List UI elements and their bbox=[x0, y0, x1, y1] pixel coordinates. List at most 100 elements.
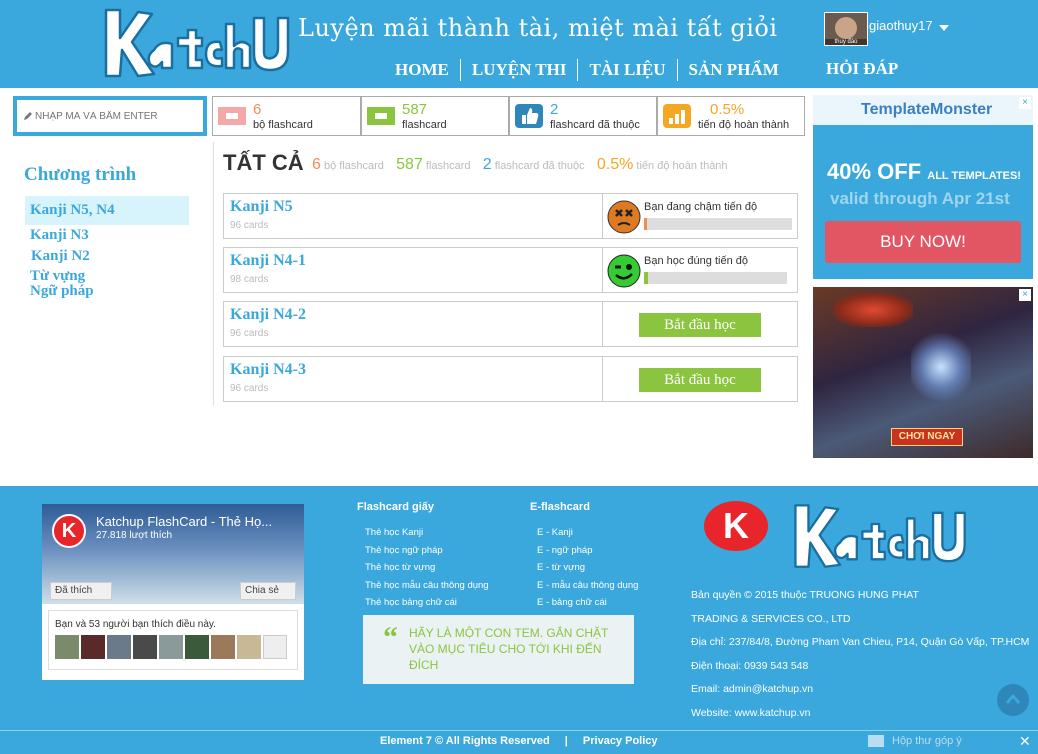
feedback-button[interactable]: Hộp thư góp ý bbox=[868, 735, 962, 747]
stat-value: 587 bbox=[402, 101, 428, 118]
feedback-label: Hộp thư góp ý bbox=[892, 735, 962, 747]
ad-offer-small: ALL TEMPLATES! bbox=[927, 170, 1021, 182]
close-icon[interactable]: ✕ bbox=[1019, 733, 1031, 750]
card-name[interactable]: Kanji N4-3 bbox=[230, 361, 306, 379]
card-name[interactable]: Kanji N5 bbox=[230, 198, 293, 216]
ad-close-icon[interactable]: × bbox=[1019, 97, 1031, 109]
rights-text: Element 7 © All Rights Reserved bbox=[380, 735, 550, 747]
sidebar-item-kanji-n3[interactable]: Kanji N3 bbox=[25, 227, 189, 244]
footer-link[interactable]: E - bảng chữ cái bbox=[537, 594, 638, 612]
facebook-page-widget: K Katchup FlashCard - Thẻ Họ... 27.818 l… bbox=[42, 504, 304, 680]
code-search-input[interactable] bbox=[35, 110, 195, 122]
user-avatar[interactable]: thuy đào bbox=[824, 12, 868, 46]
start-learning-button[interactable]: Bắt đầu học bbox=[639, 368, 761, 392]
nav-home[interactable]: HOME bbox=[384, 60, 460, 80]
friend-avatar[interactable] bbox=[81, 635, 105, 659]
copyright-bar: Element 7 © All Rights Reserved | Privac… bbox=[380, 735, 658, 747]
stat-flashcards: 587 flashcard bbox=[361, 96, 509, 136]
summary-value: 2 bbox=[482, 156, 492, 173]
card-count: 96 cards bbox=[230, 220, 269, 231]
footer-link[interactable]: E - ngữ pháp bbox=[537, 542, 638, 560]
card-count: 96 cards bbox=[230, 328, 269, 339]
nav-san-pham[interactable]: SẢN PHẨM bbox=[678, 60, 790, 80]
friend-avatar[interactable] bbox=[185, 635, 209, 659]
summary-value: 587 bbox=[396, 156, 423, 173]
card-row-kanji-n4-2[interactable]: Kanji N4-2 96 cards Bắt đầu học bbox=[223, 301, 798, 347]
katchup-footer-logo bbox=[794, 504, 966, 568]
friend-avatar[interactable] bbox=[237, 635, 261, 659]
footer-link[interactable]: E - Kanji bbox=[537, 524, 638, 542]
fb-likes-count: 27.818 lượt thích bbox=[96, 530, 173, 541]
summary-label: tiến độ hoàn thành bbox=[636, 160, 728, 172]
username[interactable]: giaothuy17 bbox=[869, 18, 933, 33]
card-divider bbox=[602, 194, 603, 238]
info-company: TRADING & SERVICES CO., LTD bbox=[691, 612, 851, 625]
summary-label: flashcard đã thuộc bbox=[494, 160, 585, 172]
progress-status: Bạn đang chậm tiến độ bbox=[644, 201, 758, 213]
stat-label: bộ flashcard bbox=[253, 119, 313, 131]
fb-page-name[interactable]: Katchup FlashCard - Thẻ Họ... bbox=[96, 514, 272, 529]
start-learning-button[interactable]: Bắt đầu học bbox=[639, 313, 761, 337]
progress-status: Bạn học đúng tiến độ bbox=[644, 255, 748, 267]
fb-friends-text: Bạn và 53 người bạn thích điều này. bbox=[55, 619, 216, 630]
nav-luyen-thi[interactable]: LUYỆN THI bbox=[461, 60, 578, 80]
katchup-logo[interactable] bbox=[98, 4, 298, 84]
sidebar-item-kanji-n2[interactable]: Kanji N2 bbox=[25, 248, 189, 265]
footer-link[interactable]: Thẻ học bảng chữ cái bbox=[365, 594, 489, 612]
card-row-kanji-n5[interactable]: Kanji N5 96 cards Bạn đang chậm tiến độ bbox=[223, 193, 798, 239]
info-website[interactable]: Website: www.katchup.vn bbox=[691, 706, 1029, 730]
summary-value: 6 bbox=[312, 156, 321, 173]
friend-avatar[interactable] bbox=[263, 635, 287, 659]
footer-link[interactable]: Thẻ học Kanji bbox=[365, 524, 489, 542]
info-copyright: Bản quyền © 2015 thuộc TRUONG HUNG PHAT bbox=[691, 589, 919, 601]
info-address: Địa chỉ: 237/84/8, Đường Pham Van Chieu,… bbox=[691, 636, 1030, 648]
ad-offer-main: 40% OFF bbox=[827, 159, 922, 184]
scroll-to-top-button[interactable] bbox=[997, 684, 1029, 716]
sidebar-item-ngu-phap[interactable]: Ngữ pháp bbox=[25, 283, 189, 300]
friend-avatar[interactable] bbox=[211, 635, 235, 659]
quote-text: HÃY LÀ MỘT CON TEM. GẮN CHẶT VÀO MỤC TIÊ… bbox=[409, 626, 609, 672]
footer-link[interactable]: Thẻ học ngữ pháp bbox=[365, 542, 489, 560]
footer-col-title: Flashcard giấy bbox=[357, 501, 435, 513]
ad-close-icon[interactable]: × bbox=[1019, 289, 1031, 301]
content-title: TẤT CẢ bbox=[223, 150, 304, 175]
progress-chart-icon bbox=[663, 104, 691, 128]
sidebar-item-kanji-n5-n4[interactable]: Kanji N5, N4 bbox=[25, 196, 189, 225]
nav-tai-lieu[interactable]: TÀI LIỆU bbox=[578, 60, 676, 80]
site-header: Luyện mãi thành tài, miệt mài tất giỏi t… bbox=[0, 0, 1038, 88]
info-email[interactable]: Email: admin@katchup.vn bbox=[691, 682, 1029, 706]
card-row-kanji-n4-1[interactable]: Kanji N4-1 98 cards Bạn học đúng tiến độ bbox=[223, 247, 798, 293]
friend-avatar[interactable] bbox=[107, 635, 131, 659]
sidebar-divider bbox=[213, 142, 214, 406]
progress-fill bbox=[644, 218, 647, 230]
friend-avatar[interactable] bbox=[159, 635, 183, 659]
thumbs-up-icon bbox=[515, 104, 543, 128]
friend-avatar[interactable] bbox=[55, 635, 79, 659]
ad-valid: valid through Apr 21st bbox=[830, 189, 1010, 208]
footer-link[interactable]: Thẻ học mẫu câu thông dụng bbox=[365, 577, 489, 595]
nav-hoi-dap[interactable]: HỎI ĐÁP bbox=[826, 59, 898, 79]
card-row-kanji-n4-3[interactable]: Kanji N4-3 96 cards Bắt đầu học bbox=[223, 356, 798, 402]
card-name[interactable]: Kanji N4-2 bbox=[230, 306, 306, 324]
buy-now-button[interactable]: BUY NOW! bbox=[825, 221, 1021, 263]
footer-links-eflashcard: E - Kanji E - ngữ pháp E - từ vựng E - m… bbox=[537, 524, 638, 612]
privacy-policy-link[interactable]: Privacy Policy bbox=[583, 735, 658, 747]
flashcard-set-icon bbox=[218, 107, 246, 125]
footer-link[interactable]: Thẻ học từ vựng bbox=[365, 559, 489, 577]
templatemonster-ad[interactable]: TemplateMonster × 40% OFF ALL TEMPLATES!… bbox=[813, 95, 1033, 279]
footer-link[interactable]: E - mẫu câu thông dụng bbox=[537, 577, 638, 595]
summary-line: 6 bộ flashcard 587 flashcard 2 flashcard… bbox=[312, 156, 728, 174]
play-now-button[interactable]: CHƠI NGAY bbox=[891, 428, 963, 446]
game-ad[interactable]: × CHƠI NGAY bbox=[813, 287, 1033, 458]
friend-avatar[interactable] bbox=[133, 635, 157, 659]
search-inner bbox=[17, 100, 203, 132]
card-name[interactable]: Kanji N4-1 bbox=[230, 252, 306, 270]
chevron-down-icon[interactable] bbox=[939, 25, 949, 31]
fb-cover-image[interactable]: K Katchup FlashCard - Thẻ Họ... 27.818 l… bbox=[42, 504, 304, 604]
game-logo bbox=[833, 293, 913, 327]
fb-liked-button[interactable]: Đã thích bbox=[50, 582, 112, 600]
footer-links-paper: Thẻ học Kanji Thẻ học ngữ pháp Thẻ học t… bbox=[365, 524, 489, 612]
footer-link[interactable]: E - từ vựng bbox=[537, 559, 638, 577]
fb-share-button[interactable]: Chia sẻ bbox=[240, 582, 296, 600]
arrow-up-icon bbox=[1005, 693, 1021, 704]
